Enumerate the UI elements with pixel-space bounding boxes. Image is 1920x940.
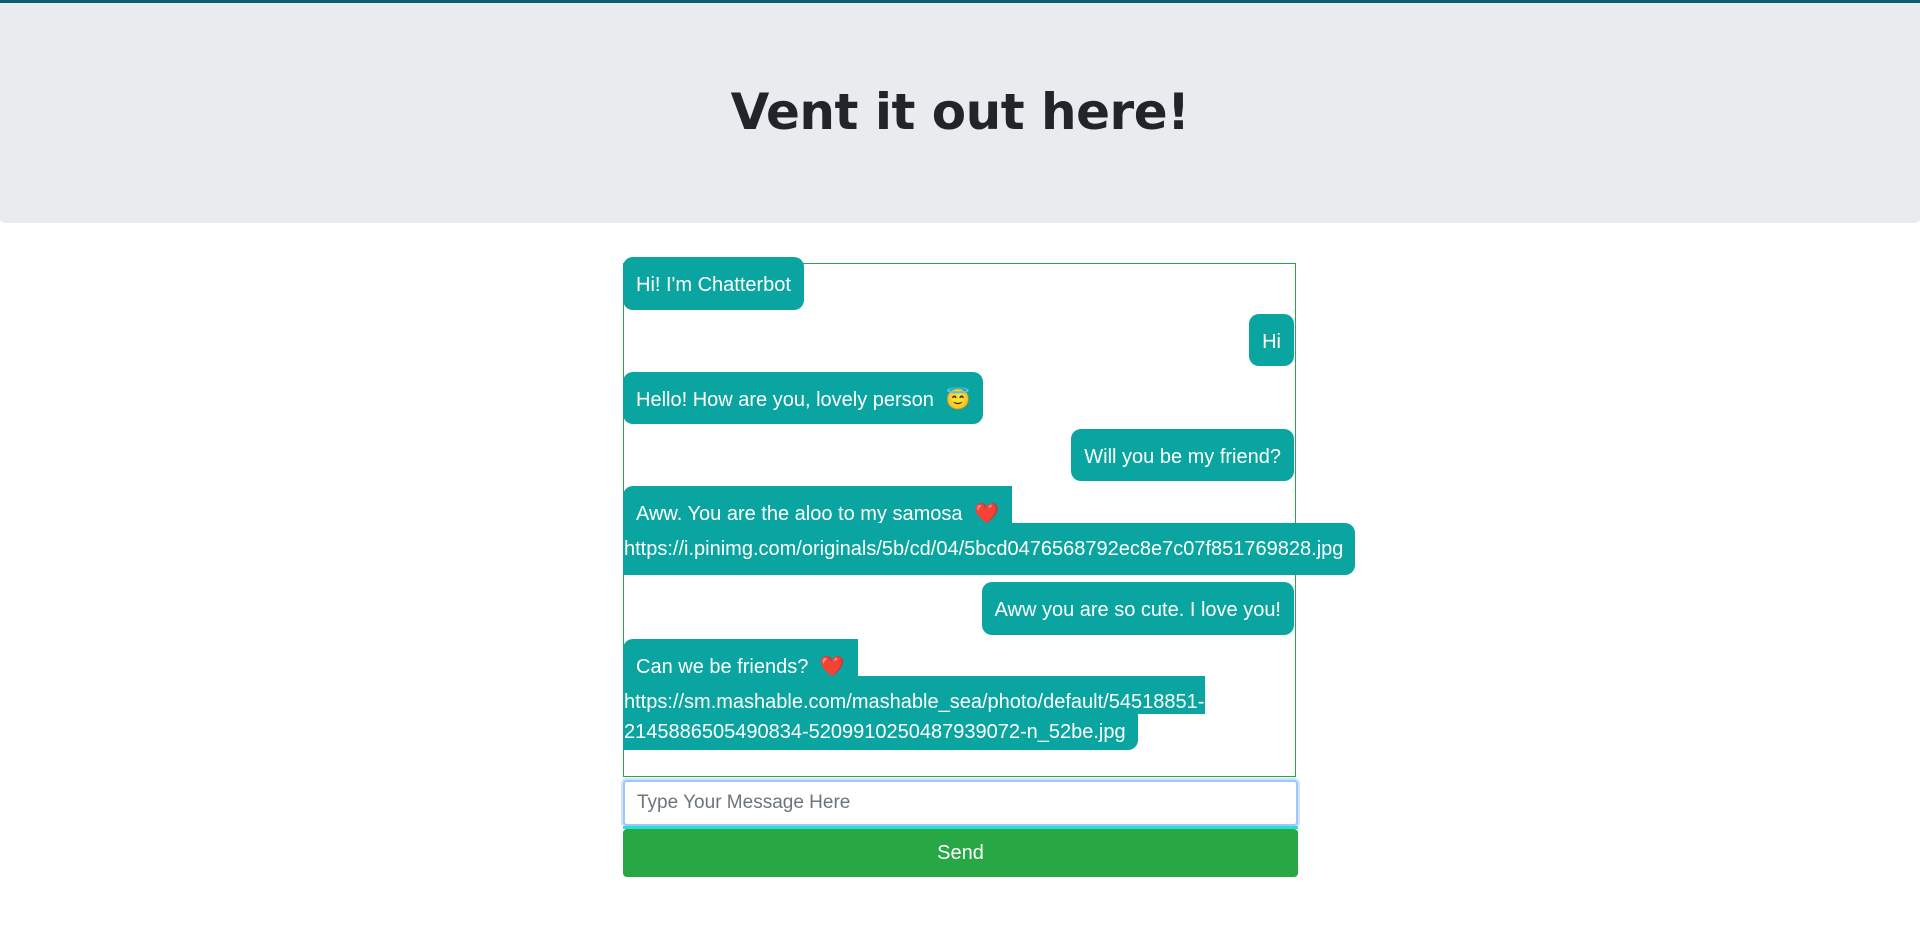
- message-text: Hi: [1262, 331, 1281, 353]
- message-text: Will you be my friend?: [1084, 446, 1281, 468]
- chat-window[interactable]: Hi! I'm Chatterbot Hi Hello! How are you…: [623, 257, 1356, 777]
- message-link[interactable]: https://sm.mashable.com/mashable_sea/pho…: [623, 676, 1206, 714]
- message-text: Aww you are so cute. I love you!: [994, 599, 1281, 621]
- bot-message: Aww. You are the aloo to my samosa ❤️: [623, 486, 1012, 526]
- message-text: Can we be friends?: [636, 656, 809, 678]
- bot-message: Can we be friends? ❤️: [623, 639, 858, 679]
- message-text: Hello! How are you, lovely person: [636, 389, 934, 411]
- message-input[interactable]: [625, 782, 1296, 824]
- message-text: Hi! I'm Chatterbot: [636, 274, 791, 296]
- message-link[interactable]: https://i.pinimg.com/originals/5b/cd/04/…: [623, 523, 1356, 575]
- message-link-continued[interactable]: 2145886505490834-5209910250487939072-n_5…: [623, 712, 1138, 750]
- smiling-face-emoji-icon: 😇: [945, 389, 971, 411]
- link-text[interactable]: https://sm.mashable.com/mashable_sea/pho…: [624, 691, 1204, 713]
- message-text: Aww. You are the aloo to my samosa: [636, 503, 963, 525]
- user-message: Aww you are so cute. I love you!: [981, 582, 1294, 635]
- message-input-wrapper: [623, 780, 1298, 826]
- link-text[interactable]: https://i.pinimg.com/originals/5b/cd/04/…: [624, 538, 1343, 560]
- send-button[interactable]: Send: [623, 829, 1298, 877]
- user-message: Hi: [1249, 314, 1294, 366]
- page-title: Vent it out here!: [730, 83, 1190, 141]
- bot-message: Hi! I'm Chatterbot: [623, 257, 804, 310]
- user-message: Will you be my friend?: [1071, 429, 1294, 481]
- link-text[interactable]: 2145886505490834-5209910250487939072-n_5…: [624, 721, 1126, 743]
- bot-message: Hello! How are you, lovely person 😇: [623, 372, 984, 424]
- header-banner: Vent it out here!: [0, 3, 1920, 223]
